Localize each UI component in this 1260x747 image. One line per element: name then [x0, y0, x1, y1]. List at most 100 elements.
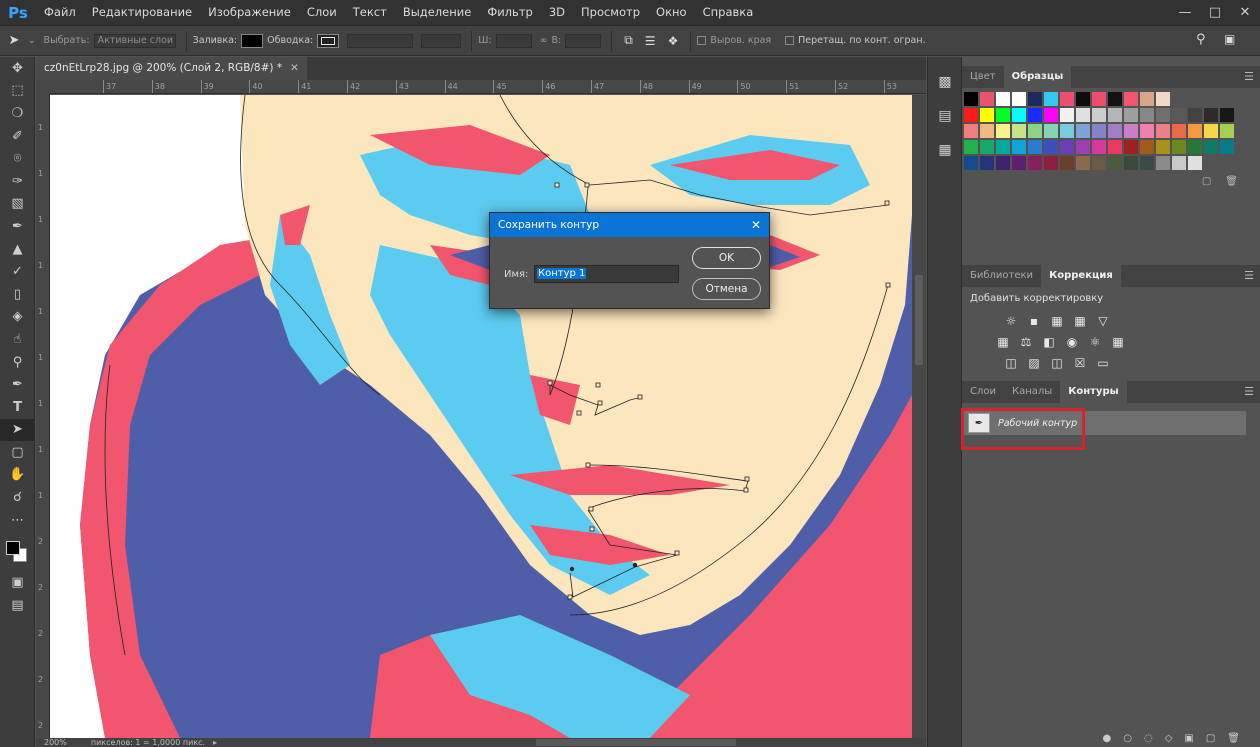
select-dropdown[interactable]: Активные слои [93, 33, 176, 48]
load-selection-icon[interactable]: ◌ [1144, 733, 1153, 744]
color-swatch[interactable] [996, 140, 1010, 154]
color-swatch[interactable] [1220, 108, 1234, 122]
color-swatch[interactable] [1060, 92, 1074, 106]
tool-preset-chevron-icon[interactable]: ⌄ [28, 36, 36, 46]
color-swatch[interactable] [1108, 108, 1122, 122]
color-swatch[interactable] [996, 124, 1010, 138]
menu-item[interactable]: 3D [541, 0, 573, 25]
cancel-button[interactable]: Отмена [692, 278, 761, 300]
pen-tool-icon[interactable]: ✒ [0, 373, 35, 396]
color-swatches[interactable] [0, 531, 34, 571]
selective-color-icon[interactable]: ☒ [1071, 355, 1089, 371]
color-swatch[interactable] [1028, 124, 1042, 138]
lasso-tool-icon[interactable]: ❍ [0, 102, 35, 125]
color-swatch[interactable] [1060, 124, 1074, 138]
history-panel-icon[interactable]: ▩ [928, 65, 962, 99]
new-swatch-icon[interactable]: ▢ [1202, 176, 1211, 187]
color-swatch[interactable] [1172, 108, 1186, 122]
panel-menu-icon[interactable]: ☰ [1244, 381, 1254, 403]
photo-filter-icon[interactable]: ◉ [1063, 334, 1081, 350]
menu-item[interactable]: Слои [299, 0, 345, 25]
document-tab[interactable]: cz0nEtLrp28.jpg @ 200% (Слой 2, RGB/8#) … [36, 57, 307, 80]
color-swatch[interactable] [1156, 124, 1170, 138]
menu-item[interactable]: Фильтр [479, 0, 541, 25]
color-swatch[interactable] [1028, 92, 1042, 106]
color-swatch[interactable] [1012, 156, 1026, 170]
eraser-icon[interactable]: ▯ [0, 283, 35, 306]
close-tab-icon[interactable]: ✕ [290, 62, 299, 74]
quick-mask-icon[interactable]: ▣ [0, 571, 35, 594]
history-brush-icon[interactable]: ✓ [0, 260, 35, 283]
hue-saturation-icon[interactable]: ▦ [994, 334, 1012, 350]
color-swatch[interactable] [1172, 124, 1186, 138]
color-swatch[interactable] [1156, 108, 1170, 122]
color-swatch[interactable] [1028, 156, 1042, 170]
threshold-icon[interactable]: ◫ [1048, 355, 1066, 371]
paint-bucket-icon[interactable]: ◈ [0, 306, 35, 329]
delete-path-icon[interactable]: 🗑 [1227, 733, 1240, 744]
color-swatch[interactable] [1092, 92, 1106, 106]
channel-mixer-icon[interactable]: ⚛ [1086, 334, 1104, 350]
menu-item[interactable]: Изображение [200, 0, 299, 25]
gradient-map-icon[interactable]: ▭ [1094, 355, 1112, 371]
color-swatch[interactable] [980, 92, 994, 106]
clone-stamp-icon[interactable]: ▲ [0, 238, 35, 261]
color-swatch[interactable] [1044, 124, 1058, 138]
color-swatch[interactable] [964, 156, 978, 170]
type-tool-icon[interactable]: T [0, 396, 35, 419]
stroke-path-icon[interactable]: ○ [1123, 733, 1132, 744]
color-swatch[interactable] [1044, 92, 1058, 106]
color-swatch[interactable] [1012, 92, 1026, 106]
color-swatch[interactable] [1124, 140, 1138, 154]
eyedropper-icon[interactable]: ✑ [0, 170, 35, 193]
color-swatch[interactable] [964, 92, 978, 106]
width-field[interactable] [495, 33, 532, 48]
menu-item[interactable]: Текст [345, 0, 395, 25]
color-swatch[interactable] [1204, 108, 1218, 122]
path-name-input[interactable]: Контур 1 [534, 265, 679, 283]
crop-tool-icon[interactable]: ⌾ [0, 147, 35, 170]
color-swatch[interactable] [1060, 108, 1074, 122]
color-swatch[interactable] [1092, 156, 1106, 170]
color-swatch[interactable] [964, 124, 978, 138]
delete-swatch-icon[interactable]: 🗑 [1225, 176, 1238, 187]
color-swatch[interactable] [1076, 156, 1090, 170]
status-arrow-icon[interactable]: ▸ [213, 738, 217, 747]
color-swatch[interactable] [1108, 92, 1122, 106]
vertical-scrollbar[interactable] [912, 95, 926, 738]
move-tool-icon[interactable]: ➤ [0, 33, 28, 48]
vibrance-icon[interactable]: ▽ [1094, 313, 1112, 329]
color-swatch[interactable] [1012, 140, 1026, 154]
color-swatch[interactable] [1156, 92, 1170, 106]
color-swatch[interactable] [1220, 124, 1234, 138]
tab-layers[interactable]: Слои [962, 381, 1004, 403]
color-swatch[interactable] [1108, 156, 1122, 170]
path-arrangement-icon[interactable]: ❖ [668, 34, 679, 48]
close-icon[interactable]: ✕ [1230, 0, 1260, 25]
tab-swatches[interactable]: Образцы [1003, 66, 1072, 88]
color-swatch[interactable] [980, 108, 994, 122]
color-swatch[interactable] [1092, 140, 1106, 154]
color-swatch[interactable] [1092, 124, 1106, 138]
color-swatch[interactable] [1108, 124, 1122, 138]
menu-item[interactable]: Просмотр [573, 0, 648, 25]
marquee-tool-icon[interactable]: ⬚ [0, 80, 35, 103]
dodge-tool-icon[interactable]: ⚲ [0, 351, 35, 374]
scroll-thumb[interactable] [915, 275, 923, 365]
color-swatch[interactable] [1124, 124, 1138, 138]
stroke-type-dropdown[interactable] [421, 33, 462, 48]
color-swatch[interactable] [1156, 156, 1170, 170]
move-tool-icon[interactable]: ✥ [0, 57, 35, 80]
color-swatch[interactable] [1188, 108, 1202, 122]
tab-channels[interactable]: Каналы [1004, 381, 1060, 403]
tab-color[interactable]: Цвет [962, 66, 1004, 88]
color-swatch[interactable] [1044, 156, 1058, 170]
color-lookup-icon[interactable]: ▦ [1109, 334, 1127, 350]
close-icon[interactable]: ✕ [751, 213, 761, 237]
rectangle-tool-icon[interactable]: ▢ [0, 441, 35, 464]
path-operations-icon[interactable]: ⧉ [624, 33, 633, 48]
color-swatch[interactable] [1076, 108, 1090, 122]
color-swatch[interactable] [1012, 124, 1026, 138]
color-swatch[interactable] [1076, 92, 1090, 106]
exposure-icon[interactable]: ▦ [1071, 313, 1089, 329]
